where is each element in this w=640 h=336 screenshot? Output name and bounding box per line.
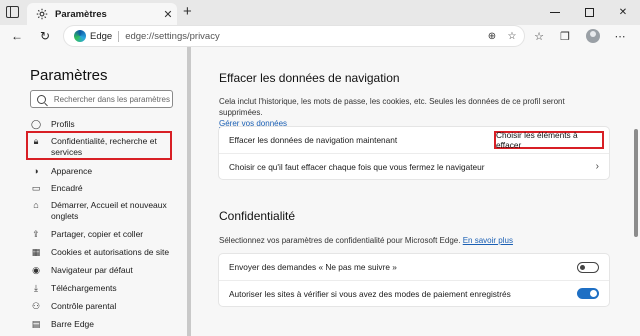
sidebar-item-downloads[interactable]: ⤓ Téléchargements bbox=[30, 283, 173, 294]
edge-bar-icon: ▤ bbox=[31, 319, 41, 329]
share-icon: ⇪ bbox=[32, 229, 40, 239]
sidebar-item-profiles[interactable]: ◯ Profils bbox=[30, 119, 173, 130]
download-icon: ⤓ bbox=[34, 283, 38, 293]
settings-search[interactable] bbox=[30, 90, 173, 108]
clear-data-card: Effacer les données de navigation mainte… bbox=[219, 127, 609, 179]
search-icon bbox=[37, 94, 46, 104]
scrollbar-thumb[interactable] bbox=[634, 129, 638, 237]
settings-sidebar: Paramètres ◯ Profils 🔒︎ Confidentialité,… bbox=[0, 47, 187, 336]
cookie-icon: ▦ bbox=[31, 247, 41, 257]
page-scrollbar[interactable] bbox=[632, 47, 640, 336]
more-menu-icon[interactable]: ⋯ bbox=[612, 28, 628, 44]
tab-title: Paramètres bbox=[55, 8, 107, 20]
minimize-button[interactable] bbox=[538, 0, 572, 25]
close-window-button[interactable]: ✕ bbox=[606, 0, 640, 25]
zoom-icon[interactable]: ⊕ bbox=[484, 28, 500, 44]
new-tab-icon[interactable]: + bbox=[183, 3, 192, 21]
sidebar-icon: ▭ bbox=[31, 183, 41, 193]
profile-icon: ◯ bbox=[30, 119, 42, 129]
clear-on-close-row[interactable]: Choisir ce qu'il faut effacer chaque foi… bbox=[219, 153, 609, 179]
edge-logo-icon bbox=[74, 30, 86, 42]
sidebar-item-share[interactable]: ⇪ Partager, copier et coller bbox=[30, 229, 173, 240]
url-text[interactable]: edge://settings/privacy bbox=[125, 31, 484, 42]
privacy-highlight-box bbox=[26, 131, 172, 160]
browser-icon: ◉ bbox=[32, 265, 40, 275]
address-bar[interactable]: Edge edge://settings/privacy ⊕ ☆ bbox=[64, 26, 524, 46]
search-input[interactable] bbox=[53, 94, 172, 104]
privacy-card: Envoyer des demandes « Ne pas me suivre … bbox=[219, 254, 609, 306]
profile-avatar[interactable] bbox=[586, 29, 600, 43]
browser-toolbar: ← ↻ Edge edge://settings/privacy ⊕ ☆ ☆ ❐… bbox=[0, 25, 640, 47]
sidebar-item-appearance[interactable]: ◑ Apparence bbox=[30, 166, 173, 177]
payment-methods-toggle[interactable] bbox=[577, 288, 599, 299]
gear-icon bbox=[36, 8, 48, 20]
clear-data-heading: Effacer les données de navigation bbox=[219, 71, 400, 85]
back-icon[interactable]: ← bbox=[8, 27, 26, 45]
do-not-track-toggle[interactable] bbox=[577, 261, 599, 273]
privacy-heading: Confidentialité bbox=[219, 209, 296, 223]
sidebar-item-sidebar[interactable]: ▭ Encadré bbox=[30, 183, 173, 194]
tab-bar: Paramètres ✕ + ✕ bbox=[0, 0, 640, 25]
chevron-right-icon: › bbox=[595, 161, 599, 172]
home-icon: ⌂ bbox=[33, 200, 39, 210]
sidebar-item-start-home[interactable]: ⌂ Démarrer, Accueil et nouveaux onglets bbox=[30, 200, 173, 222]
sidebar-title: Paramètres bbox=[30, 67, 108, 84]
maximize-button[interactable] bbox=[572, 0, 606, 25]
appearance-icon: ◑ bbox=[33, 166, 39, 176]
favorite-star-icon[interactable]: ☆ bbox=[504, 28, 520, 44]
do-not-track-row: Envoyer des demandes « Ne pas me suivre … bbox=[219, 254, 609, 280]
tab-actions-icon[interactable] bbox=[6, 6, 19, 18]
sidebar-item-cookies[interactable]: ▦ Cookies et autorisations de site bbox=[30, 247, 173, 258]
clear-data-description: Cela inclut l'historique, les mots de pa… bbox=[219, 97, 565, 128]
family-icon: ⚇ bbox=[31, 301, 41, 311]
sidebar-item-parental[interactable]: ⚇ Contrôle parental bbox=[30, 301, 173, 312]
close-tab-icon[interactable]: ✕ bbox=[159, 8, 177, 21]
privacy-description: Sélectionnez vos paramètres de confident… bbox=[219, 236, 513, 245]
site-label: Edge bbox=[90, 30, 113, 42]
tab-settings[interactable]: Paramètres ✕ bbox=[27, 3, 177, 25]
favorites-icon[interactable]: ☆ bbox=[531, 28, 547, 44]
settings-page: Paramètres ◯ Profils 🔒︎ Confidentialité,… bbox=[0, 47, 640, 336]
choose-items-button[interactable]: Choisir les éléments à effacer bbox=[494, 130, 604, 150]
refresh-icon[interactable]: ↻ bbox=[36, 27, 54, 45]
learn-more-link[interactable]: En savoir plus bbox=[463, 236, 513, 245]
settings-content: Effacer les données de navigation Cela i… bbox=[191, 47, 632, 336]
payment-methods-row: Autoriser les sites à vérifier si vous a… bbox=[219, 280, 609, 306]
sidebar-item-default-browser[interactable]: ◉ Navigateur par défaut bbox=[30, 265, 173, 276]
collections-icon[interactable]: ❐ bbox=[557, 28, 573, 44]
sidebar-item-edge-bar[interactable]: ▤ Barre Edge bbox=[30, 319, 173, 330]
clear-now-row: Effacer les données de navigation mainte… bbox=[219, 127, 609, 153]
